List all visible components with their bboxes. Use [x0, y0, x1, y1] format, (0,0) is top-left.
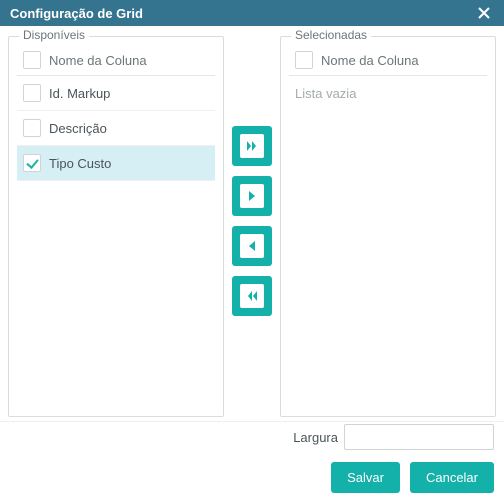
available-header-row: Nome da Coluna — [17, 45, 215, 76]
row-checkbox[interactable] — [23, 119, 41, 137]
available-row[interactable]: Id. Markup — [17, 76, 215, 111]
move-all-left-button[interactable] — [232, 276, 272, 316]
row-label: Descrição — [49, 121, 107, 136]
move-left-button[interactable] — [232, 226, 272, 266]
available-header-label: Nome da Coluna — [49, 53, 147, 68]
chevron-left-icon — [240, 234, 264, 258]
selected-header-checkbox[interactable] — [295, 51, 313, 69]
available-row[interactable]: Descrição — [17, 111, 215, 146]
selected-list: Lista vazia — [289, 76, 487, 408]
grid-config-dialog: Configuração de Grid Disponíveis Nome da… — [0, 0, 504, 503]
width-input[interactable] — [344, 424, 494, 450]
cancel-button[interactable]: Cancelar — [410, 462, 494, 493]
row-label: Id. Markup — [49, 86, 110, 101]
dialog-title: Configuração de Grid — [10, 6, 143, 21]
dialog-titlebar: Configuração de Grid — [0, 0, 504, 26]
double-chevron-left-icon — [240, 284, 264, 308]
width-row: Largura — [0, 421, 504, 454]
move-all-right-button[interactable] — [232, 126, 272, 166]
width-label: Largura — [293, 430, 338, 445]
selected-header-label: Nome da Coluna — [321, 53, 419, 68]
available-list: Id. Markup Descrição Tipo Custo — [17, 76, 215, 408]
available-legend: Disponíveis — [19, 28, 89, 42]
available-row[interactable]: Tipo Custo — [17, 146, 215, 181]
selected-empty-text: Lista vazia — [289, 76, 487, 111]
transfer-buttons — [228, 36, 276, 417]
close-icon[interactable] — [474, 7, 494, 19]
save-button[interactable]: Salvar — [331, 462, 400, 493]
selected-legend: Selecionadas — [291, 28, 371, 42]
dialog-content: Disponíveis Nome da Coluna Id. Markup De… — [0, 26, 504, 421]
double-chevron-right-icon — [240, 134, 264, 158]
selected-header-row: Nome da Coluna — [289, 45, 487, 76]
row-checkbox[interactable] — [23, 84, 41, 102]
chevron-right-icon — [240, 184, 264, 208]
selected-panel: Selecionadas Nome da Coluna Lista vazia — [280, 36, 496, 417]
available-panel: Disponíveis Nome da Coluna Id. Markup De… — [8, 36, 224, 417]
dialog-footer: Salvar Cancelar — [0, 454, 504, 503]
row-label: Tipo Custo — [49, 156, 111, 171]
row-checkbox[interactable] — [23, 154, 41, 172]
move-right-button[interactable] — [232, 176, 272, 216]
available-header-checkbox[interactable] — [23, 51, 41, 69]
